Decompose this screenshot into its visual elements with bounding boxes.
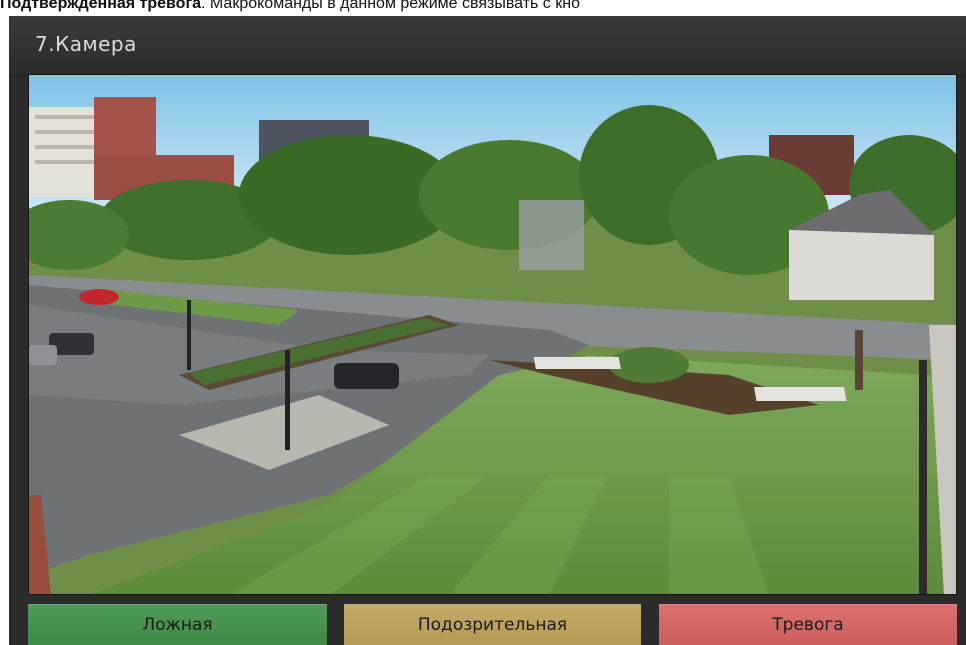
- camera-video-frame[interactable]: [28, 74, 957, 595]
- suspicious-button[interactable]: Подозрительная: [344, 604, 641, 645]
- camera-title: 7.Камера: [35, 32, 137, 56]
- suspicious-label: Подозрительная: [417, 615, 568, 635]
- alarm-action-bar: Ложная Подозрительная Тревога: [28, 604, 957, 645]
- document-text: . Макрокоманды в данном режиме связывать…: [201, 0, 580, 12]
- document-text-line: Подтвержденная тревога. Макрокоманды в д…: [0, 0, 966, 16]
- camera-scene-image: [29, 75, 956, 594]
- camera-panel: 7.Камера Ложная Подозрительная Тревога: [9, 16, 966, 645]
- alarm-label: Тревога: [772, 615, 844, 635]
- false-alarm-label: Ложная: [142, 615, 213, 635]
- document-bold-text: Подтвержденная тревога: [0, 0, 202, 12]
- false-alarm-button[interactable]: Ложная: [28, 604, 327, 645]
- alarm-button[interactable]: Тревога: [659, 604, 957, 645]
- camera-panel-header: 7.Камера: [9, 16, 966, 76]
